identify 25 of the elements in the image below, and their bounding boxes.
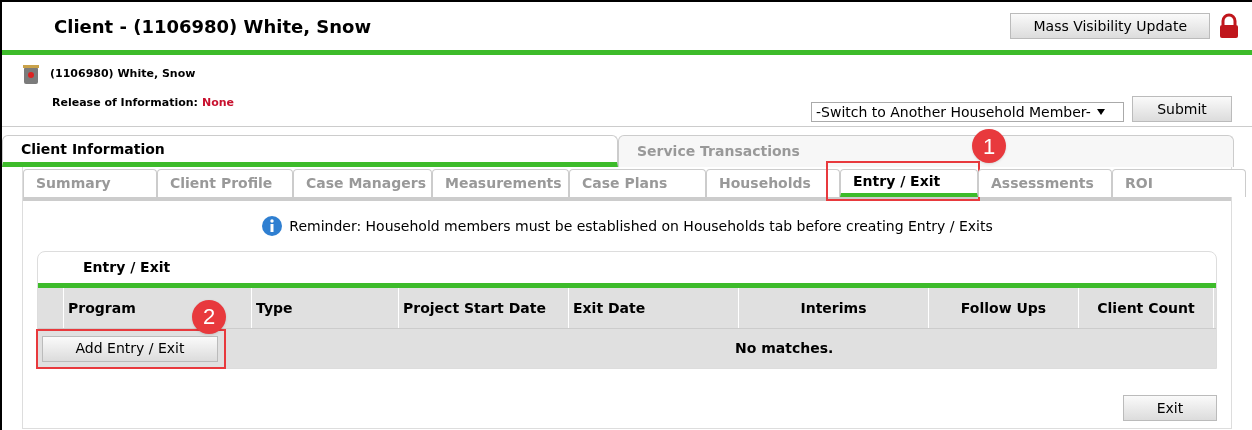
trash-icon bbox=[22, 63, 40, 85]
panel-title: Entry / Exit bbox=[83, 258, 171, 277]
dropdown-caret-icon bbox=[1096, 109, 1105, 115]
empty-message: No matches. bbox=[735, 339, 834, 358]
tab[interactable]: Case Plans bbox=[569, 169, 706, 197]
info-icon bbox=[261, 215, 284, 237]
exit-button[interactable]: Exit bbox=[1123, 395, 1217, 421]
add-entry-exit-button[interactable]: Add Entry / Exit bbox=[42, 335, 218, 362]
roi-value: None bbox=[202, 95, 235, 111]
reminder-text: Reminder: Household members must be established on Households tab before creating Entry / Exits bbox=[289, 216, 993, 236]
tab[interactable]: Households bbox=[706, 169, 840, 197]
tab[interactable]: Measurements bbox=[432, 169, 569, 197]
tab[interactable]: Summary bbox=[23, 169, 157, 197]
tab[interactable]: Client Profile bbox=[157, 169, 293, 197]
page-title: Client - (1106980) White, Snow bbox=[54, 14, 372, 39]
tab[interactable]: Case Managers bbox=[293, 169, 432, 197]
client-name: (1106980) White, Snow bbox=[50, 65, 196, 82]
callout-badge: 1 bbox=[972, 129, 1006, 163]
tab[interactable]: Entry / Exit bbox=[840, 169, 978, 197]
roi-label: Release of Information: bbox=[52, 95, 198, 111]
household-member-select[interactable]: -Switch to Another Household Member- bbox=[811, 102, 1124, 122]
tab[interactable]: Assessments bbox=[978, 169, 1112, 197]
tab[interactable]: ROI bbox=[1112, 169, 1246, 197]
submit-button[interactable]: Submit bbox=[1132, 96, 1232, 122]
mass-visibility-button[interactable]: Mass Visibility Update bbox=[1010, 13, 1210, 39]
